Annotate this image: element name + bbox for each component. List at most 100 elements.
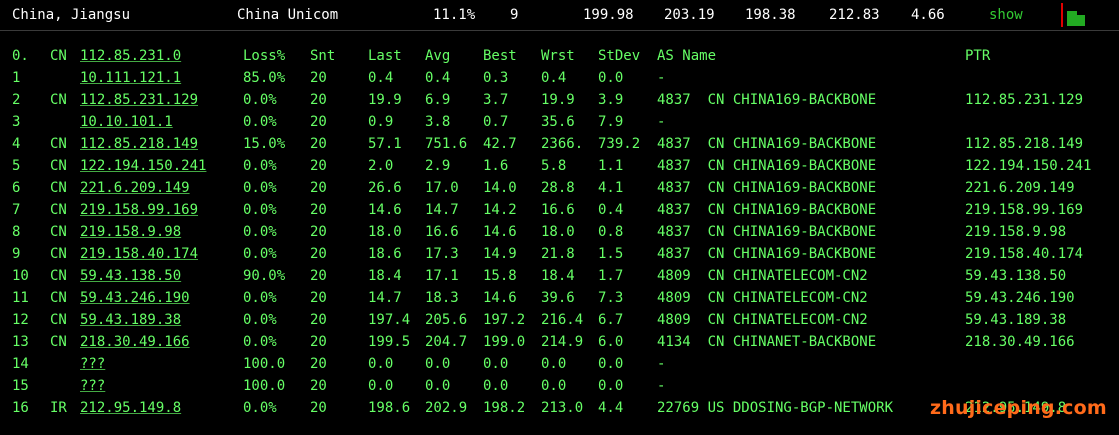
snt-value: 20 [310, 268, 327, 284]
hop-row: 4 CN 112.85.218.149 15.0% 20 57.1 751.6 42.7 236… [0, 133, 1119, 155]
host-link[interactable]: 122.194.150.241 [80, 155, 206, 177]
stdev-value: 1.5 [598, 246, 624, 262]
avg-value: 202.9 [425, 400, 468, 416]
as-name-link[interactable]: 4809 CN CHINATELECOM-CN2 [657, 309, 868, 331]
best-value: 42.7 [483, 136, 517, 152]
mtr-panel: 0. CN 112.85.231.0 Loss% Snt Last Avg Be… [0, 31, 1119, 435]
as-name-link[interactable]: 4809 CN CHINATELECOM-CN2 [657, 265, 868, 287]
summary-hops: 9 [510, 7, 519, 23]
as-name-link[interactable]: 4837 CN CHINA169-BACKBONE [657, 221, 876, 243]
host-link[interactable]: 219.158.99.169 [80, 199, 198, 221]
hop-row: 13 CN 218.30.49.166 0.0% 20 199.5 204.7 199.0 21… [0, 331, 1119, 353]
as-name-link[interactable]: 4837 CN CHINA169-BACKBONE [657, 199, 876, 221]
host-link[interactable]: 59.43.246.190 [80, 287, 190, 309]
best-value: 198.2 [483, 400, 526, 416]
wrst-value: 39.6 [541, 290, 575, 306]
show-button[interactable]: show [989, 7, 1023, 23]
wrst-value: 5.8 [541, 158, 567, 174]
snt-value: 20 [310, 92, 327, 108]
stdev-value: 0.8 [598, 224, 624, 240]
host-link[interactable]: 219.158.40.174 [80, 243, 198, 265]
hop-number: 8 [12, 224, 21, 240]
avg-value: 17.1 [425, 268, 459, 284]
hop-number: 2 [12, 92, 21, 108]
wrst-value: 16.6 [541, 202, 575, 218]
ptr-value: 59.43.246.190 [965, 290, 1075, 306]
as-name-link[interactable]: 22769 US DDOSING-BGP-NETWORK [657, 397, 893, 419]
host-link[interactable]: 221.6.209.149 [80, 177, 190, 199]
hop-number: 9 [12, 246, 21, 262]
best-value: 197.2 [483, 312, 526, 328]
isp: China Unicom [237, 7, 339, 23]
host-link[interactable]: 112.85.231.129 [80, 89, 198, 111]
country-code: CN [50, 312, 67, 328]
ptr-value: 112.85.231.129 [965, 92, 1084, 108]
host-link[interactable]: ??? [80, 353, 105, 375]
host-link[interactable]: 112.85.231.0 [80, 45, 181, 67]
loss-value: 0.0% [243, 158, 277, 174]
host-link[interactable]: 59.43.189.38 [80, 309, 181, 331]
wrst-value: 18.4 [541, 268, 575, 284]
best-value: 14.0 [483, 180, 517, 196]
host-link[interactable]: 219.158.9.98 [80, 221, 181, 243]
snt-value: 20 [310, 202, 327, 218]
watermark: zhujiceping.com [930, 397, 1107, 419]
host-link[interactable]: 112.85.218.149 [80, 133, 198, 155]
wrst-value: 18.0 [541, 224, 575, 240]
stdev-value: 6.7 [598, 312, 624, 328]
ptr-value: 59.43.189.38 [965, 312, 1067, 328]
country-code: CN [50, 334, 67, 350]
as-name-link[interactable]: 4837 CN CHINA169-BACKBONE [657, 177, 876, 199]
as-name-link[interactable]: 4837 CN CHINA169-BACKBONE [657, 243, 876, 265]
as-name-link[interactable]: 4837 CN CHINA169-BACKBONE [657, 133, 876, 155]
host-link[interactable]: 218.30.49.166 [80, 331, 190, 353]
loss-value: 0.0% [243, 334, 277, 350]
summary-value-5: 4.66 [911, 7, 945, 23]
host-link[interactable]: 59.43.138.50 [80, 265, 181, 287]
location: China, Jiangsu [12, 7, 131, 23]
stdev-value: 1.1 [598, 158, 624, 174]
best-value: 199.0 [483, 334, 526, 350]
wrst-value: 0.4 [541, 70, 567, 86]
last-value: 198.6 [368, 400, 411, 416]
loss-value: 0.0% [243, 224, 277, 240]
as-name-link[interactable]: 4837 CN CHINA169-BACKBONE [657, 89, 876, 111]
summary-value-2: 203.19 [664, 7, 715, 23]
country-code: CN [50, 180, 67, 196]
as-name-link: - [657, 114, 666, 130]
country-code: CN [50, 136, 67, 152]
host-link[interactable]: 212.95.149.8 [80, 397, 181, 419]
hop-row: 14??? 100.0 20 0.0 0.0 0.0 0.0 0.0 - [0, 353, 1119, 375]
col-avg: Avg [425, 48, 451, 64]
snt-value: 20 [310, 224, 327, 240]
as-name-link[interactable]: 4134 CN CHINANET-BACKBONE [657, 331, 876, 353]
col-best: Best [483, 48, 517, 64]
best-value: 14.6 [483, 224, 517, 240]
loss-value: 0.0% [243, 92, 277, 108]
loss-value: 0.0% [243, 114, 277, 130]
country-code: CN [50, 224, 67, 240]
wrst-value: 35.6 [541, 114, 575, 130]
avg-value: 16.6 [425, 224, 459, 240]
avg-value: 17.3 [425, 246, 459, 262]
wrst-value: 0.0 [541, 378, 567, 394]
host-link[interactable]: 10.10.101.1 [80, 111, 173, 133]
ptr-value: 219.158.9.98 [965, 224, 1067, 240]
last-value: 14.7 [368, 290, 402, 306]
avg-value: 0.0 [425, 356, 451, 372]
latency-graph-icon [1061, 3, 1113, 27]
mtr-header-row: 0. CN 112.85.231.0 Loss% Snt Last Avg Be… [0, 45, 1119, 67]
as-name-link[interactable]: 4809 CN CHINATELECOM-CN2 [657, 287, 868, 309]
avg-value: 0.0 [425, 378, 451, 394]
as-name-link[interactable]: 4837 CN CHINA169-BACKBONE [657, 155, 876, 177]
hop-row: 8 CN 219.158.9.98 0.0% 20 18.0 16.6 14.6 18.0 0.8… [0, 221, 1119, 243]
loss-value: 100.0 [243, 356, 286, 372]
hop-number: 3 [12, 114, 21, 130]
snt-value: 20 [310, 400, 327, 416]
loss-value: 0.0% [243, 312, 277, 328]
country-code: IR [50, 400, 67, 416]
host-link[interactable]: 10.111.121.1 [80, 67, 181, 89]
host-link[interactable]: ??? [80, 375, 105, 397]
avg-value: 2.9 [425, 158, 451, 174]
hop-number: 1 [12, 70, 21, 86]
